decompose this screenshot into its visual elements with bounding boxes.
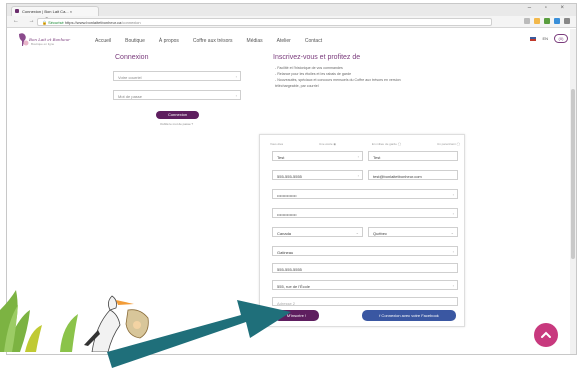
url-field[interactable]: 🔒 Sécurisé https://www.bonlaitetbonheur.… <box>37 18 492 26</box>
tab-bar: Connexion | Bon Lait Ca... × – ▫ × <box>7 4 576 16</box>
field-value: 555, rue de l'École <box>277 284 311 289</box>
chevron-icon: › <box>452 211 454 216</box>
radio-daycare[interactable]: En milieu de garde ◯ <box>372 142 401 146</box>
extension-icon[interactable] <box>544 18 550 24</box>
login-button[interactable]: Connexion <box>156 111 199 119</box>
account-type-radios: Vous êtes Une école ◉ En milieu de garde… <box>270 142 460 146</box>
favicon-icon <box>15 9 19 13</box>
chevron-icon: › <box>235 74 237 79</box>
field-value: •••••••••••••• <box>277 212 297 217</box>
field-value: test@bonlaitetbonheur.com <box>373 174 422 179</box>
secure-label: Sécurisé <box>48 20 64 25</box>
password-input[interactable]: •••••••••••••• › <box>272 189 458 199</box>
back-to-top-button[interactable] <box>534 323 558 347</box>
field-value: •••••••••••••• <box>277 193 297 198</box>
scrollbar[interactable] <box>570 29 576 354</box>
nav-coffre[interactable]: Coffre aux trésors <box>193 38 233 44</box>
login-password-input[interactable]: Mot de passe › <box>113 90 241 100</box>
site-logo[interactable]: Bon Lait et Bonheur Boutique en ligne <box>17 32 70 50</box>
url-main: https://www.bonlaitetbonheur.ca <box>64 20 122 25</box>
chevron-icon: › <box>452 249 454 254</box>
account-type-label: Vous êtes <box>270 142 284 146</box>
country-select[interactable]: Canada ⌄ <box>272 227 363 237</box>
last-name-input[interactable]: Test <box>368 151 458 161</box>
phone2-input[interactable]: 555-555-5555 <box>272 263 458 273</box>
scrollbar-thumb[interactable] <box>571 89 575 259</box>
city-input[interactable]: Gatineau › <box>272 246 458 256</box>
facebook-login-button[interactable]: f Connexion avec votre Facebook <box>362 310 456 321</box>
main-nav: Accueil Boutique À propos Coffre aux tré… <box>95 38 322 44</box>
tab-title: Connexion | Bon Lait Ca... × <box>22 9 73 14</box>
address2-input[interactable]: Adresse 2 <box>272 297 458 306</box>
nav-atelier[interactable]: Atelier <box>277 38 291 44</box>
star-icon[interactable] <box>534 18 540 24</box>
email-input[interactable]: test@bonlaitetbonheur.com <box>368 170 458 180</box>
extension-icons <box>524 18 570 24</box>
header-tools: EN (0) <box>530 34 568 43</box>
site-header: Bon Lait et Bonheur Boutique en ligne Ac… <box>7 29 576 53</box>
address-bar: ← → C 🔒 Sécurisé https://www.bonlaitetbo… <box>7 16 576 28</box>
field-value: Test <box>373 155 381 160</box>
lock-icon: 🔒 <box>42 20 47 25</box>
field-placeholder: Adresse 2 <box>277 301 296 306</box>
benefit-item: téléchargeable, par courriel <box>275 84 319 88</box>
phone-input[interactable]: 555-555-5555 › <box>272 170 363 180</box>
register-button[interactable]: M'inscrire ! <box>274 310 319 321</box>
chevron-icon: › <box>357 154 359 159</box>
zoom-icon[interactable] <box>524 18 530 24</box>
field-value: Gatineau <box>277 250 294 255</box>
chevron-icon: › <box>452 192 454 197</box>
nav-accueil[interactable]: Accueil <box>95 38 111 44</box>
language-switch[interactable]: EN <box>542 36 548 41</box>
chevron-down-icon: ⌄ <box>355 230 359 235</box>
chevron-icon: › <box>357 173 359 178</box>
screenshot-frame: Connexion | Bon Lait Ca... × – ▫ × ← → C… <box>0 0 584 383</box>
cart-button[interactable]: (0) <box>554 34 568 43</box>
login-email-input[interactable]: Votre courriel › <box>113 71 241 81</box>
nav-boutique[interactable]: Boutique <box>125 38 145 44</box>
benefits-list: - Facilité et l'historique de vos comman… <box>275 65 475 89</box>
nav-medias[interactable]: Médias <box>247 38 263 44</box>
field-value: Québec <box>373 231 388 236</box>
url-path: /connexion <box>121 20 141 25</box>
menu-icon[interactable] <box>564 18 570 24</box>
login-password-placeholder: Mot de passe <box>118 94 143 99</box>
field-value: 555-555-5555 <box>277 174 302 179</box>
chevron-up-icon <box>541 331 551 338</box>
chevron-icon: › <box>235 93 237 98</box>
browser-tab[interactable]: Connexion | Bon Lait Ca... × <box>11 6 99 16</box>
logo-subtitle: Boutique en ligne <box>31 42 55 46</box>
nav-a-propos[interactable]: À propos <box>159 38 179 44</box>
register-form: Vous êtes Une école ◉ En milieu de garde… <box>259 134 465 327</box>
chevron-icon: › <box>452 283 454 288</box>
field-value: 555-555-5555 <box>277 267 302 272</box>
field-value: Canada <box>277 231 292 236</box>
password-confirm-input[interactable]: •••••••••••••• › <box>272 208 458 218</box>
stork-decoration <box>0 290 149 352</box>
login-title: Connexion <box>115 54 149 61</box>
forgot-password-link[interactable]: Oublié le mot de passe ? <box>160 122 193 126</box>
radio-school[interactable]: Une école ◉ <box>319 142 336 146</box>
login-email-placeholder: Votre courriel <box>118 75 142 80</box>
province-select[interactable]: Québec ⌄ <box>368 227 458 237</box>
address-input[interactable]: 555, rue de l'École › <box>272 280 458 290</box>
stork-logo-icon <box>19 33 29 46</box>
nav-contact[interactable]: Contact <box>305 38 322 44</box>
first-name-input[interactable]: Test › <box>272 151 363 161</box>
register-title: Inscrivez-vous et profitez de <box>273 54 361 61</box>
flag-icon[interactable] <box>530 36 537 41</box>
radio-parent[interactable]: Un parent/ami ◯ <box>437 142 460 146</box>
chevron-down-icon: ⌄ <box>450 230 454 235</box>
field-value: Test <box>277 155 285 160</box>
window-controls[interactable]: – ▫ × <box>528 5 570 11</box>
extension-icon[interactable] <box>554 18 560 24</box>
